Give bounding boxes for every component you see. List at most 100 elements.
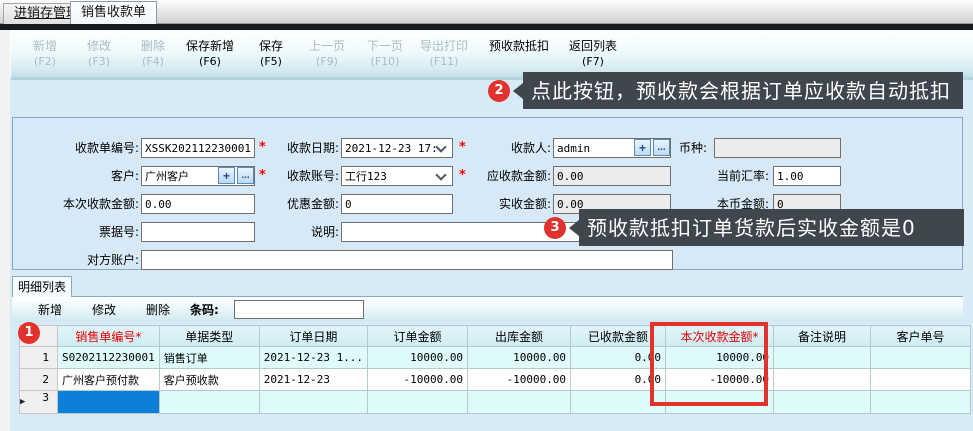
grid-cell[interactable]: -10000.00 bbox=[468, 369, 571, 391]
grid-cell[interactable] bbox=[774, 369, 871, 391]
grid-cell[interactable]: 客户预收款 bbox=[159, 369, 259, 391]
sales-receipt-page: { "colors": { "accent_red": "#e1332d", "… bbox=[0, 0, 973, 431]
toolbar-save-button[interactable]: 保存 (F5) bbox=[245, 38, 297, 70]
toolbar-next-page-key: (F10) bbox=[357, 54, 413, 70]
toolbar-edit-key: (F3) bbox=[73, 54, 125, 70]
grid-row-3-num: ▶3 bbox=[20, 391, 58, 414]
grid-cell[interactable]: 2021-12-23 bbox=[259, 369, 367, 391]
grid-cell[interactable] bbox=[871, 369, 971, 391]
toolbar-prev-page-button[interactable]: 上一页 (F9) bbox=[299, 38, 355, 70]
currency-input bbox=[714, 138, 841, 158]
grid-cell[interactable]: 广州客户预付款 bbox=[58, 369, 160, 391]
toolbar-back-to-list-label: 返回列表 bbox=[561, 38, 625, 54]
grid-cell[interactable]: -10000.00 bbox=[666, 369, 774, 391]
grid-cell[interactable] bbox=[571, 391, 666, 414]
toolbar-save-label: 保存 bbox=[245, 38, 297, 54]
step2-tooltip: 点此按钮，预收款会根据订单应收款自动抵扣 bbox=[523, 72, 963, 109]
grid-cell[interactable] bbox=[774, 391, 871, 414]
grid-cell[interactable] bbox=[666, 391, 774, 414]
grid-row-1[interactable]: 1 S0202112230001 销售订单 2021-12-23 1... 10… bbox=[20, 347, 971, 369]
toolbar-prepay-deduct-label: 预收款抵扣 bbox=[479, 38, 559, 54]
annotation-step3: 3 预收款抵扣订单货款后实收金额是0 bbox=[544, 209, 964, 246]
receipt-form-panel: 收款单编号: * 收款日期: * 收款人: + ... 币种: 客户: + ..… bbox=[12, 117, 963, 270]
grid-cell[interactable]: 10000.00 bbox=[666, 347, 774, 369]
toolbar-prepay-deduct-button[interactable]: 预收款抵扣 bbox=[479, 38, 559, 54]
grid-header-doc-type[interactable]: 单据类型 bbox=[159, 326, 259, 347]
grid-cell[interactable] bbox=[368, 391, 468, 414]
toolbar-delete-key: (F4) bbox=[127, 54, 179, 70]
grid-header-order-date[interactable]: 订单日期 bbox=[259, 326, 367, 347]
actual-amount-label: 实收金额: bbox=[443, 194, 551, 214]
toolbar-next-page-label: 下一页 bbox=[357, 38, 413, 54]
receipt-no-label: 收款单编号: bbox=[13, 138, 139, 158]
toolbar-save-new-label: 保存新增 bbox=[179, 38, 241, 54]
tab-sales-receipt[interactable]: 销售收款单 bbox=[70, 1, 157, 24]
grid-cell[interactable]: -10000.00 bbox=[368, 369, 468, 391]
step3-arrow-icon bbox=[569, 220, 579, 236]
step2-badge: 2 bbox=[488, 80, 510, 102]
discount-input[interactable] bbox=[341, 194, 453, 214]
grid-cell[interactable]: 销售订单 bbox=[159, 347, 259, 369]
step1-badge: 1 bbox=[18, 322, 40, 344]
grid-cell[interactable] bbox=[871, 391, 971, 414]
note-label: 说明: bbox=[233, 222, 339, 242]
grid-row-2[interactable]: 2 广州客户预付款 客户预收款 2021-12-23 -10000.00 -10… bbox=[20, 369, 971, 391]
customer-label: 客户: bbox=[13, 166, 139, 186]
grid-row-3-num-text: 3 bbox=[42, 391, 49, 404]
grid-cell[interactable]: 0.00 bbox=[571, 347, 666, 369]
detail-delete-button[interactable]: 删除 bbox=[134, 301, 182, 319]
grid-cell[interactable] bbox=[468, 391, 571, 414]
detail-add-button[interactable]: 新增 bbox=[26, 301, 74, 319]
grid-row-3[interactable]: ▶3 bbox=[20, 391, 971, 414]
bill-no-label: 票据号: bbox=[13, 222, 139, 242]
toolbar-add-label: 新增 bbox=[19, 38, 71, 54]
grid-cell[interactable]: 10000.00 bbox=[468, 347, 571, 369]
barcode-input[interactable] bbox=[234, 300, 364, 319]
toolbar-add-button[interactable]: 新增 (F2) bbox=[19, 38, 71, 70]
toolbar-export-print-button[interactable]: 导出打印 (F11) bbox=[413, 38, 475, 70]
toolbar-back-to-list-key: (F7) bbox=[561, 54, 625, 70]
account-label: 收款账号: bbox=[233, 166, 339, 186]
step2-arrow-icon bbox=[513, 83, 523, 99]
grid-cell[interactable] bbox=[774, 347, 871, 369]
toolbar-edit-button[interactable]: 修改 (F3) bbox=[73, 38, 125, 70]
currency-label: 币种: bbox=[613, 138, 707, 158]
grid-header-customer-order-no[interactable]: 客户单号 bbox=[871, 326, 971, 347]
grid-cell[interactable]: 0.00 bbox=[571, 369, 666, 391]
grid-row-2-num: 2 bbox=[20, 369, 58, 391]
grid-cell[interactable]: 10000.00 bbox=[368, 347, 468, 369]
detail-list-tab-label: 明细列表 bbox=[18, 280, 66, 294]
grid-selected-cell[interactable] bbox=[58, 391, 160, 414]
exchange-rate-input[interactable] bbox=[773, 166, 841, 186]
toolbar-add-key: (F2) bbox=[19, 54, 71, 70]
detail-list-tab[interactable]: 明细列表 bbox=[12, 276, 72, 297]
grid-header-remark[interactable]: 备注说明 bbox=[774, 326, 871, 347]
toolbar-delete-button[interactable]: 删除 (F4) bbox=[127, 38, 179, 70]
barcode-label: 条码: bbox=[190, 301, 219, 319]
toolbar-save-new-button[interactable]: 保存新增 (F6) bbox=[179, 38, 241, 70]
grid-header-order-amount[interactable]: 订单金额 bbox=[368, 326, 468, 347]
current-row-marker-icon: ▶ bbox=[20, 391, 25, 413]
toolbar-next-page-button[interactable]: 下一页 (F10) bbox=[357, 38, 413, 70]
grid-header-sales-order-no[interactable]: 销售单编号* bbox=[58, 326, 160, 347]
receivable-label: 应收款金额: bbox=[443, 166, 551, 186]
grid-cell[interactable]: S0202112230001 bbox=[58, 347, 160, 369]
grid-cell[interactable] bbox=[871, 347, 971, 369]
toolbar-delete-label: 删除 bbox=[127, 38, 179, 54]
grid-header-received-amount[interactable]: 已收款金额 bbox=[571, 326, 666, 347]
discount-label: 优惠金额: bbox=[233, 194, 339, 214]
tab-sales-receipt-label: 销售收款单 bbox=[81, 5, 146, 20]
payee-label: 收款人: bbox=[443, 138, 551, 158]
counter-account-input[interactable] bbox=[141, 250, 673, 270]
grid-header-current-receipt-amount[interactable]: 本次收款金额* bbox=[666, 326, 774, 347]
grid-cell[interactable] bbox=[159, 391, 259, 414]
toolbar-export-print-key: (F11) bbox=[413, 54, 475, 70]
toolbar-prev-page-key: (F9) bbox=[299, 54, 355, 70]
grid-cell[interactable] bbox=[259, 391, 367, 414]
toolbar-back-to-list-button[interactable]: 返回列表 (F7) bbox=[561, 38, 625, 70]
grid-header-outbound-amount[interactable]: 出库金额 bbox=[468, 326, 571, 347]
detail-edit-button[interactable]: 修改 bbox=[80, 301, 128, 319]
annotation-step2: 2 点此按钮，预收款会根据订单应收款自动抵扣 bbox=[488, 72, 963, 109]
exchange-rate-label: 当前汇率: bbox=[663, 166, 769, 186]
grid-cell[interactable]: 2021-12-23 1... bbox=[259, 347, 367, 369]
